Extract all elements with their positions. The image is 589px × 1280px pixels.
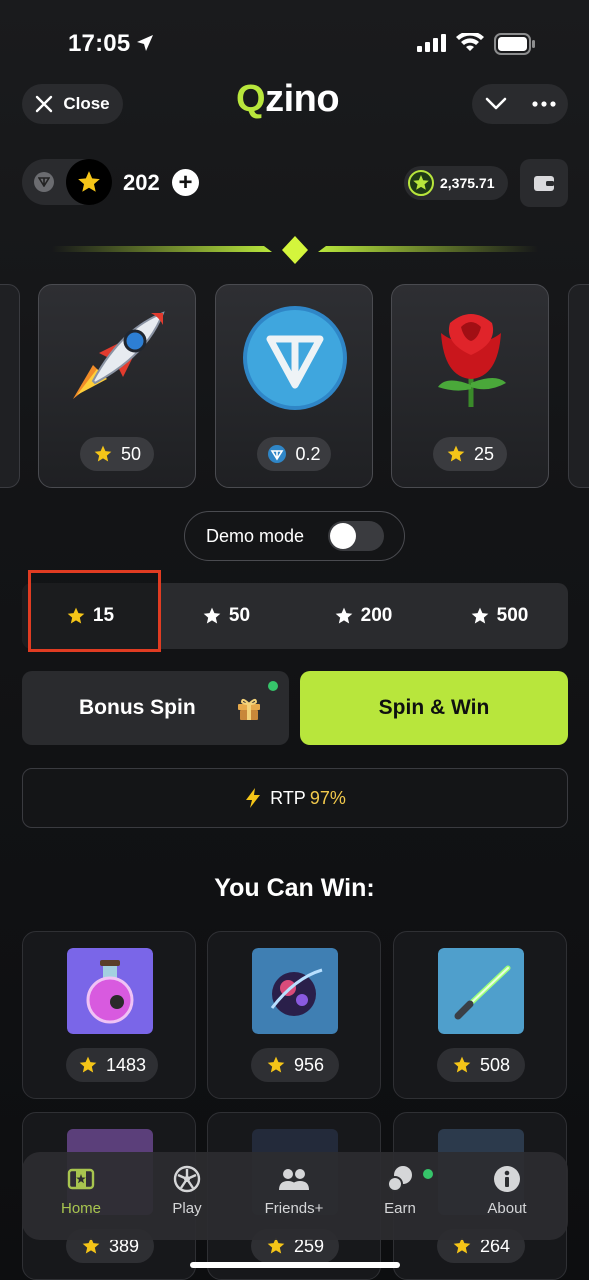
nav-home[interactable]: Home (31, 1164, 131, 1217)
more-icon[interactable] (531, 101, 556, 107)
ton-coin-icon (243, 306, 347, 410)
nav-friends[interactable]: Friends+ (244, 1164, 344, 1217)
star-icon (94, 445, 112, 462)
app-logo: Qzino (236, 78, 340, 121)
home-icon (67, 1168, 95, 1190)
prize-card-rose[interactable]: 25 (391, 284, 549, 488)
play-icon (173, 1165, 201, 1193)
star-icon (203, 607, 221, 624)
friends-icon (279, 1169, 309, 1190)
space-orb-icon (252, 948, 338, 1034)
nav-about[interactable]: About (457, 1164, 557, 1217)
logo-text: zino (265, 78, 340, 120)
star-icon (267, 1056, 285, 1073)
prize-price: 0.2 (257, 437, 331, 471)
about-icon (494, 1166, 520, 1192)
prize-price: 25 (433, 437, 507, 471)
close-button[interactable]: Close (22, 84, 123, 124)
star-currency-icon[interactable] (66, 159, 112, 205)
win-item-card[interactable]: 956 (207, 931, 381, 1099)
star-icon (335, 607, 352, 624)
currency-switcher[interactable] (22, 159, 112, 205)
prize-card-next[interactable] (568, 284, 589, 488)
wifi-icon (456, 33, 484, 51)
toggle-knob (330, 523, 356, 549)
rose-icon (438, 314, 506, 407)
points-balance[interactable]: 2,375.71 (404, 166, 508, 200)
star-icon (453, 1056, 471, 1073)
win-item-price: 956 (251, 1048, 339, 1082)
ton-icon[interactable] (34, 172, 54, 192)
nav-play[interactable]: Play (137, 1164, 237, 1217)
star-icon (471, 607, 488, 624)
lightning-icon (246, 788, 261, 808)
potion-icon (67, 948, 153, 1034)
prize-price: 50 (80, 437, 154, 471)
star-balance: 202 (123, 170, 160, 195)
bet-option-500[interactable]: 500 (431, 583, 567, 649)
lightsaber-icon (438, 948, 524, 1034)
prize-card-ton-coin[interactable]: 0.2 (215, 284, 373, 488)
earn-notification-dot (423, 1169, 433, 1179)
signal-icon (417, 34, 446, 52)
chevron-down-icon[interactable] (485, 97, 507, 111)
header-menu-pill (472, 84, 568, 124)
spin-and-win-button[interactable]: Spin & Win (300, 671, 568, 745)
rtp-value: 97% (309, 787, 346, 808)
win-item-price: 1483 (66, 1048, 159, 1082)
add-balance-button[interactable]: + (172, 169, 199, 196)
close-label: Close (63, 94, 110, 113)
selection-highlight (28, 570, 161, 652)
nav-earn[interactable]: Earn (350, 1164, 450, 1217)
rtp-info: RTP 97% (22, 768, 568, 828)
win-item-card[interactable]: 508 (393, 931, 567, 1099)
prize-card-rocket[interactable]: 50 (38, 284, 196, 488)
rocket-icon (73, 311, 165, 399)
location-icon (137, 35, 153, 51)
logo-q: Q (236, 78, 266, 120)
green-star-coin-icon (408, 170, 434, 196)
wallet-icon (534, 176, 554, 191)
wallet-button[interactable] (520, 159, 568, 207)
win-item-price: 508 (437, 1048, 525, 1082)
rtp-label: RTP (270, 787, 306, 808)
bonus-available-dot (268, 681, 278, 691)
demo-mode-control: Demo mode (184, 511, 405, 561)
app-screen: 17:05 Close Qzino 202 + 2,375.71 50 0.2 … (0, 0, 589, 1280)
bonus-spin-button[interactable]: Bonus Spin (22, 671, 289, 745)
close-icon (36, 95, 53, 113)
star-icon (447, 445, 465, 462)
demo-mode-toggle[interactable] (328, 521, 384, 551)
win-section-title: You Can Win: (214, 874, 375, 902)
status-bar: 17:05 (0, 0, 589, 82)
bottom-navigation: Home Play Friends+ Earn About (22, 1152, 568, 1240)
ton-icon (268, 445, 287, 463)
demo-mode-label: Demo mode (206, 526, 305, 546)
points-value: 2,375.71 (440, 175, 495, 191)
earn-icon (387, 1166, 412, 1192)
bonus-spin-label: Bonus Spin (79, 696, 196, 719)
bet-option-200[interactable]: 200 (295, 583, 431, 649)
home-indicator[interactable] (190, 1262, 400, 1268)
section-divider (52, 236, 538, 264)
star-icon (79, 1056, 97, 1073)
battery-icon (494, 33, 535, 55)
bet-option-50[interactable]: 50 (158, 583, 294, 649)
gift-icon (238, 698, 260, 720)
prize-card-prev[interactable] (0, 284, 20, 488)
win-item-card[interactable]: 1483 (22, 931, 196, 1099)
status-time: 17:05 (68, 30, 131, 57)
